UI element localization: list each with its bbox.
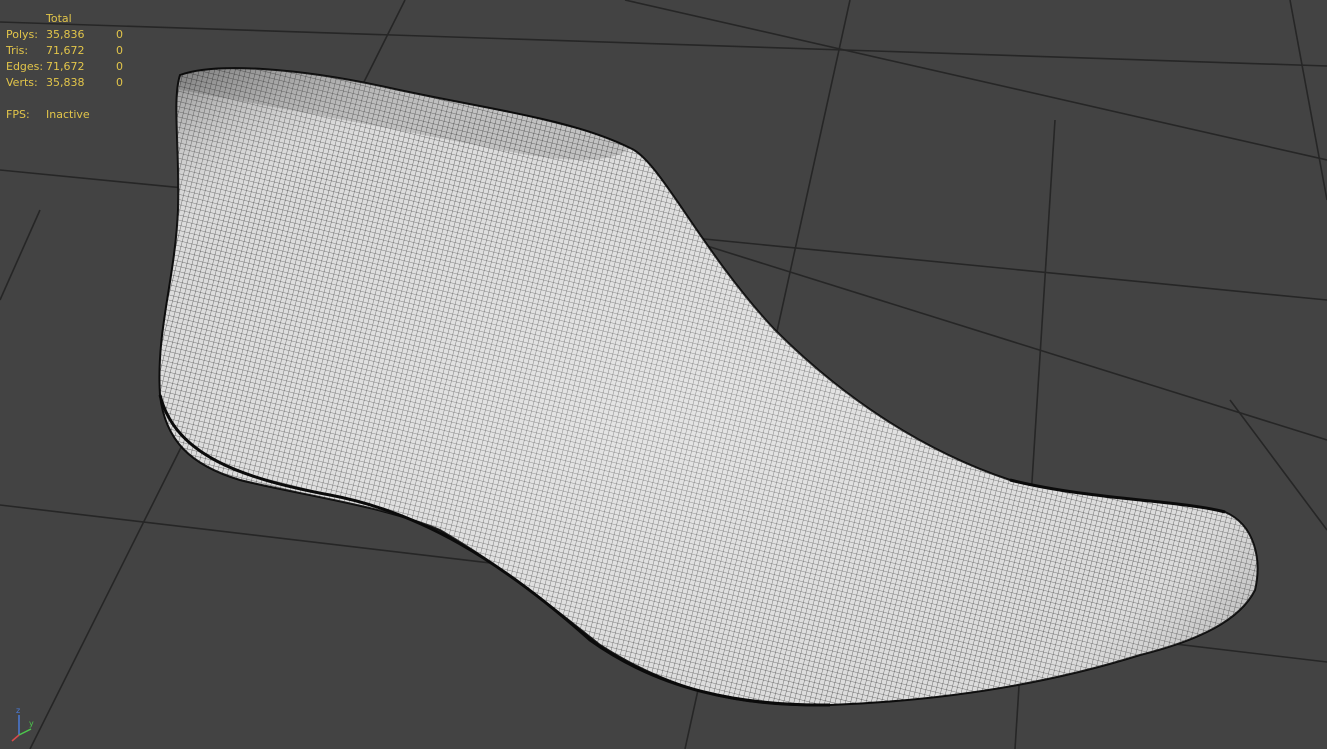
- stats-verts-label: Verts:: [6, 76, 38, 89]
- stats-polys-label: Polys:: [6, 28, 38, 41]
- stats-tris-label: Tris:: [6, 44, 29, 57]
- axis-z-label: z: [16, 706, 20, 715]
- stats-tris-total: 71,672: [46, 44, 85, 57]
- stats-edges-selected: 0: [116, 60, 123, 73]
- stats-edges-total: 71,672: [46, 60, 85, 73]
- stats-tris-selected: 0: [116, 44, 123, 57]
- stats-polys-selected: 0: [116, 28, 123, 41]
- axis-gizmo-icon: z y: [11, 706, 34, 742]
- shoe-last-mesh[interactable]: [158, 67, 1259, 707]
- stats-total-header: Total: [46, 12, 72, 25]
- perspective-viewport[interactable]: Total Polys: 35,836 0 Tris: 71,672 0 Edg…: [0, 0, 1327, 749]
- stats-polys-total: 35,836: [46, 28, 85, 41]
- stats-fps-label: FPS:: [6, 108, 30, 121]
- stats-verts-selected: 0: [116, 76, 123, 89]
- stats-fps-value: Inactive: [46, 108, 90, 121]
- stats-verts-total: 35,838: [46, 76, 85, 89]
- stats-edges-label: Edges:: [6, 60, 44, 73]
- axis-y-label: y: [29, 719, 34, 728]
- viewport-scene[interactable]: [0, 0, 1327, 749]
